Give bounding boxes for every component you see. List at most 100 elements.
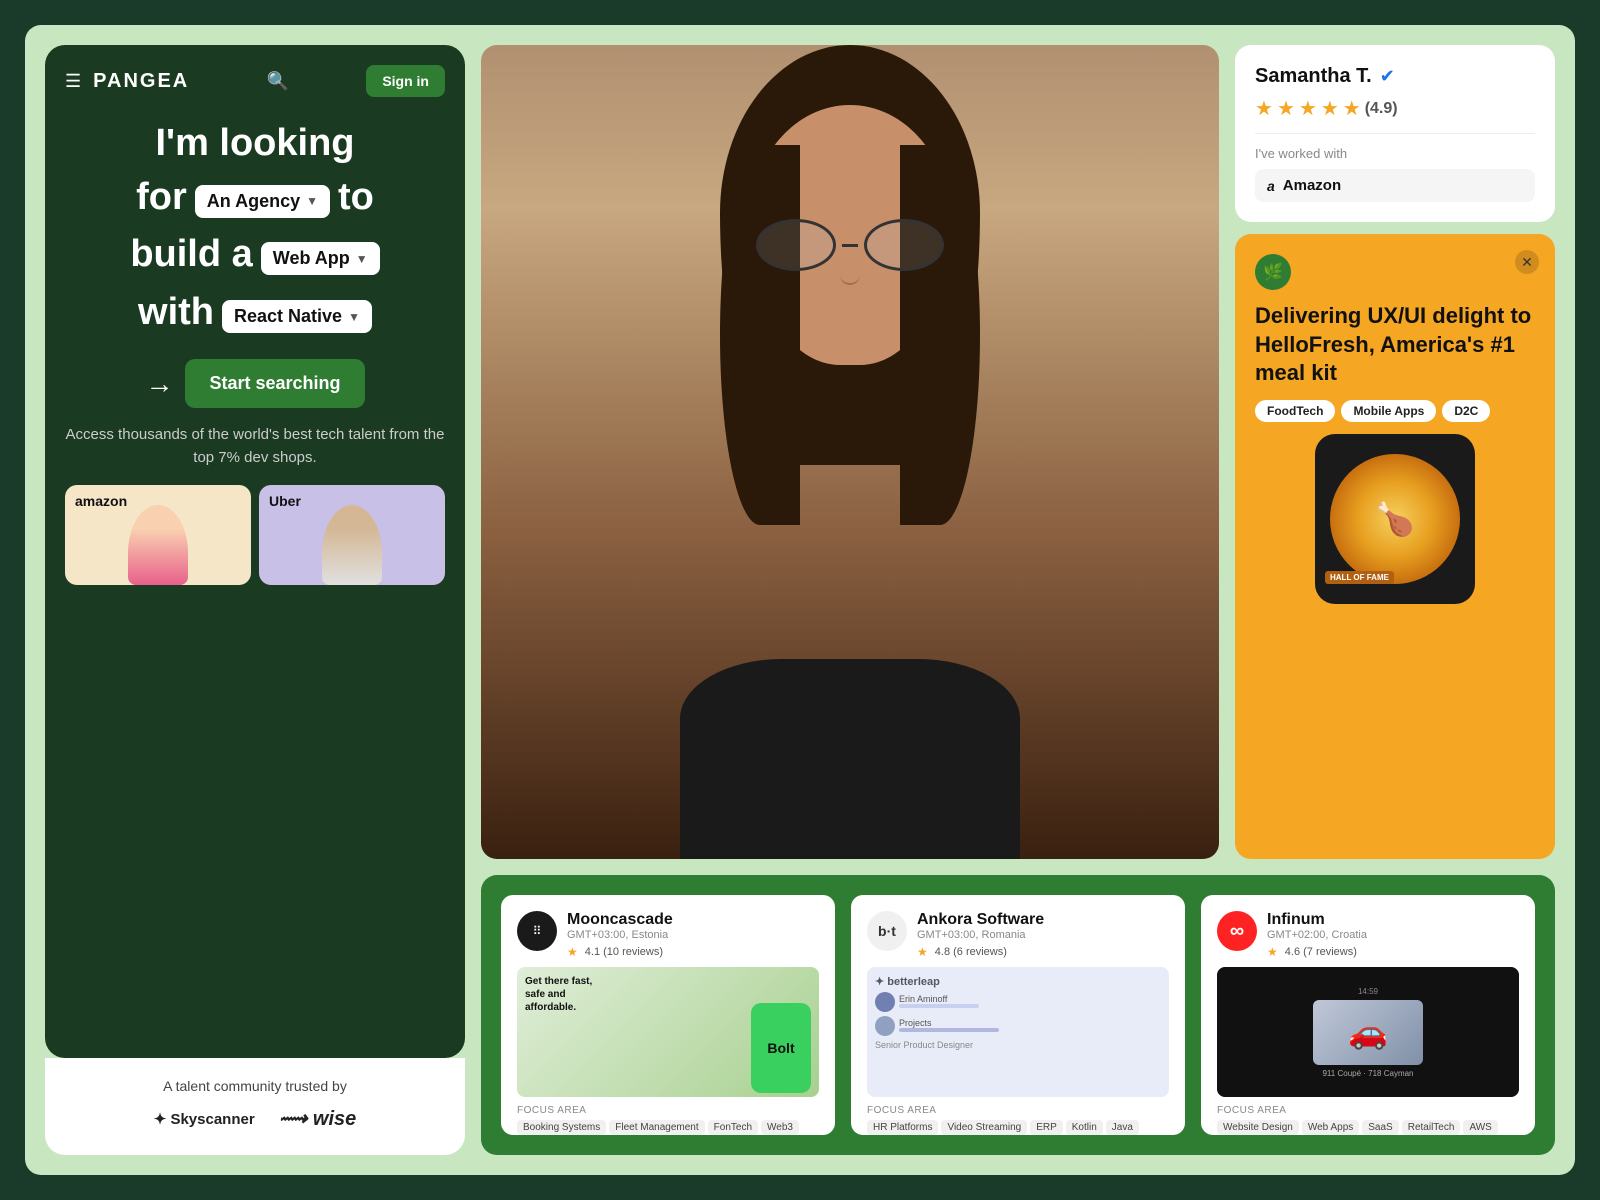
mooncascade-name: Mooncascade xyxy=(567,911,819,929)
rating-divider xyxy=(1255,133,1535,134)
trusted-text: A talent community trusted by xyxy=(65,1078,445,1094)
profile-name: Samantha T. xyxy=(1255,65,1372,88)
person-photo xyxy=(481,45,1219,859)
star2: ★ xyxy=(1277,96,1295,121)
start-searching-button[interactable]: Start searching xyxy=(185,359,364,408)
ankora-tags: HR Platforms Video Streaming ERP Kotlin … xyxy=(867,1120,1169,1135)
right-panel: Samantha T. ✔ ★ ★ ★ ★ ★ (4.9) I've worke… xyxy=(481,45,1555,1155)
hr-text2: Projects xyxy=(899,1018,999,1028)
hero-subtitle: Access thousands of the world's best tec… xyxy=(65,424,445,469)
profile-name-row: Samantha T. ✔ xyxy=(1255,65,1535,88)
infinum-tags: Website Design Web Apps SaaS RetailTech … xyxy=(1217,1120,1519,1135)
outer-container: ☰ PANGEA 🔍 Sign in I'm looking for An Ag… xyxy=(25,25,1575,1175)
mooncascade-stars: ★ 4.1 (10 reviews) xyxy=(567,945,819,959)
ak-star1: ★ xyxy=(917,945,928,959)
agency-card-mooncascade: ⠿ Mooncascade GMT+03:00, Estonia ★ 4.1 (… xyxy=(501,895,835,1135)
infinum-location: GMT+02:00, Croatia xyxy=(1267,929,1519,941)
react-native-dropdown[interactable]: React Native ▼ xyxy=(222,300,372,333)
ak-tag-2: Video Streaming xyxy=(941,1120,1027,1135)
amazon-card: amazon xyxy=(65,485,251,585)
agency-header-mooncascade: ⠿ Mooncascade GMT+03:00, Estonia ★ 4.1 (… xyxy=(517,911,819,959)
car-time: 14:59 xyxy=(1358,987,1378,996)
ankora-name: Ankora Software xyxy=(917,911,1169,929)
mc-tag-4: Web3 xyxy=(761,1120,799,1135)
preview-text: Get there fast, safe and affordable. xyxy=(525,975,595,1014)
hr-avatar2 xyxy=(875,1016,895,1036)
inf-tag-2: Web Apps xyxy=(1302,1120,1359,1135)
amazon-person xyxy=(128,505,188,585)
inf-tag-5: AWS xyxy=(1463,1120,1497,1135)
worked-with-label: I've worked with xyxy=(1255,146,1535,161)
inf-tag-4: RetailTech xyxy=(1402,1120,1461,1135)
betterleap-label: ✦ betterleap xyxy=(875,975,1161,988)
inf-tag-3: SaaS xyxy=(1362,1120,1398,1135)
logo: PANGEA xyxy=(93,70,189,93)
phone-nav: ☰ PANGEA 🔍 Sign in xyxy=(65,65,445,97)
phone-mockup: ☰ PANGEA 🔍 Sign in I'm looking for An Ag… xyxy=(45,45,465,1058)
ankora-stars: ★ 4.8 (6 reviews) xyxy=(917,945,1169,959)
close-button[interactable]: ✕ xyxy=(1515,250,1539,274)
infinum-logo: ∞ xyxy=(1217,911,1257,951)
nav-left: ☰ PANGEA xyxy=(65,70,189,93)
agency-logo-icon: 🌿 xyxy=(1255,254,1291,290)
mooncascade-logo: ⠿ xyxy=(517,911,557,951)
infinum-preview: 14:59 🚗 911 Coupé · 718 Cayman xyxy=(1217,967,1519,1097)
inf-star1: ★ xyxy=(1267,945,1278,959)
hr-row1: Erin Aminoff xyxy=(875,992,1161,1012)
hero-row1: for An Agency ▼ to xyxy=(65,175,445,229)
verified-icon: ✔ xyxy=(1380,66,1395,87)
hall-of-fame-badge: HALL OF FAME xyxy=(1325,571,1394,584)
focus-area-label-ak: Focus Area xyxy=(867,1105,1169,1116)
amazon-label: amazon xyxy=(75,493,127,509)
left-panel: ☰ PANGEA 🔍 Sign in I'm looking for An Ag… xyxy=(45,45,465,1155)
hero-row2: build a Web App ▼ xyxy=(65,232,445,286)
right-bottom: ⠿ Mooncascade GMT+03:00, Estonia ★ 4.1 (… xyxy=(481,875,1555,1155)
rating-number: (4.9) xyxy=(1365,100,1398,118)
hr-row2: Projects xyxy=(875,1016,1161,1036)
ak-tag-5: Java xyxy=(1106,1120,1139,1135)
amazon-person-img xyxy=(128,505,188,585)
agency-title: Delivering UX/UI delight to HelloFresh, … xyxy=(1255,302,1535,388)
skyscanner-logo: ✦ Skyscanner xyxy=(154,1110,255,1128)
hr-bar2 xyxy=(899,1028,999,1032)
mooncascade-location: GMT+03:00, Estonia xyxy=(567,929,819,941)
ankora-rating: 4.8 (6 reviews) xyxy=(935,946,1007,958)
mc-tag-2: Fleet Management xyxy=(609,1120,704,1135)
mooncascade-bottom: Focus Area Booking Systems Fleet Managem… xyxy=(517,1105,819,1135)
agency-card: ✕ 🌿 Delivering UX/UI delight to HelloFre… xyxy=(1235,234,1555,859)
profile-card: Samantha T. ✔ ★ ★ ★ ★ ★ (4.9) I've worke… xyxy=(1235,45,1555,222)
arrow-icon: → xyxy=(145,368,173,400)
hr-text1: Erin Aminoff xyxy=(899,994,979,1004)
tag-mobile-apps: Mobile Apps xyxy=(1341,400,1436,422)
wise-logo: ⟿ wise xyxy=(279,1106,357,1131)
agency-card-ankora: b·t Ankora Software GMT+03:00, Romania ★… xyxy=(851,895,1185,1135)
inf-tag-1: Website Design xyxy=(1217,1120,1299,1135)
agency-header-infinum: ∞ Infinum GMT+02:00, Croatia ★ 4.6 (7 re… xyxy=(1217,911,1519,959)
infinum-name: Infinum xyxy=(1267,911,1519,929)
ak-tag-1: HR Platforms xyxy=(867,1120,938,1135)
uber-label: Uber xyxy=(269,493,301,509)
ankora-logo: b·t xyxy=(867,911,907,951)
amazon-logo-sm: a xyxy=(1267,178,1275,194)
agency-dropdown[interactable]: An Agency ▼ xyxy=(195,185,330,218)
webapp-dropdown[interactable]: Web App ▼ xyxy=(261,242,380,275)
star1: ★ xyxy=(1255,96,1273,121)
mooncascade-preview: Get there fast, safe and affordable. Bol… xyxy=(517,967,819,1097)
hamburger-icon[interactable]: ☰ xyxy=(65,71,81,92)
agency-header-ankora: b·t Ankora Software GMT+03:00, Romania ★… xyxy=(867,911,1169,959)
uber-person-img xyxy=(322,505,382,585)
search-icon[interactable]: 🔍 xyxy=(267,71,289,92)
ankora-location: GMT+03:00, Romania xyxy=(917,929,1169,941)
cta-row: → Start searching xyxy=(65,359,445,408)
agency-tags-row: FoodTech Mobile Apps D2C xyxy=(1255,400,1535,422)
ankora-preview: ✦ betterleap Erin Aminoff Projects xyxy=(867,967,1169,1097)
ak-tag-3: ERP xyxy=(1030,1120,1063,1135)
right-cards: Samantha T. ✔ ★ ★ ★ ★ ★ (4.9) I've worke… xyxy=(1235,45,1555,859)
agency-card-infinum: ∞ Infinum GMT+02:00, Croatia ★ 4.6 (7 re… xyxy=(1201,895,1535,1135)
sign-in-button[interactable]: Sign in xyxy=(366,65,445,97)
tag-d2c: D2C xyxy=(1442,400,1490,422)
stars-row: ★ ★ ★ ★ ★ (4.9) xyxy=(1255,96,1535,121)
hr-avatar1 xyxy=(875,992,895,1012)
uber-card: Uber xyxy=(259,485,445,585)
mc-star1: ★ xyxy=(567,945,578,959)
